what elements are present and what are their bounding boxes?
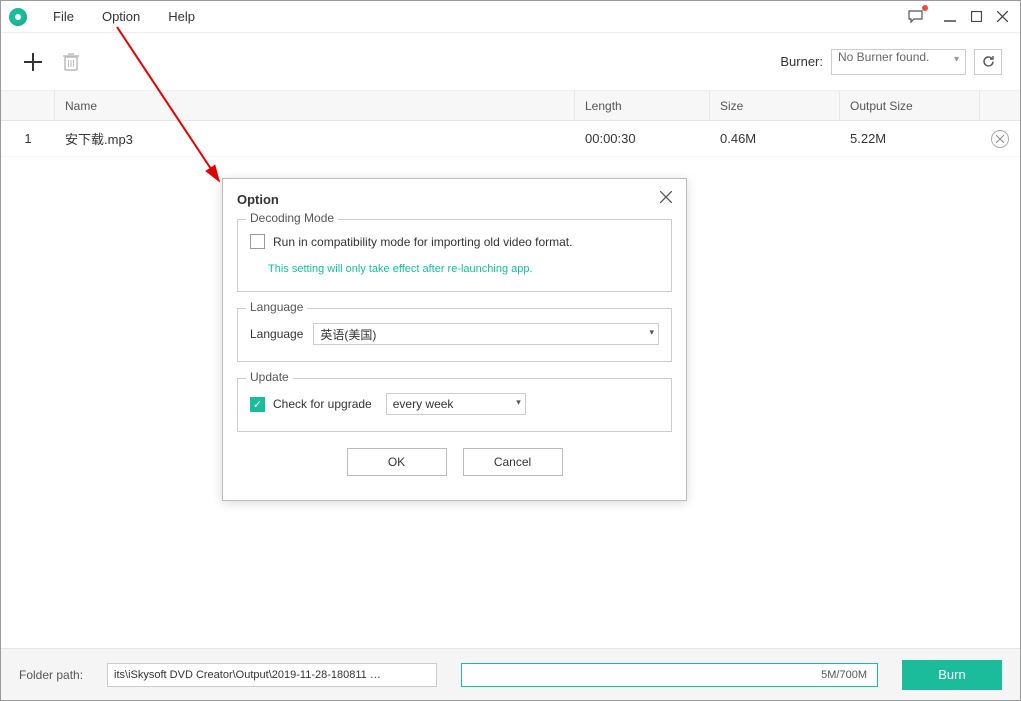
notification-dot-icon bbox=[922, 5, 928, 11]
language-label: Language bbox=[250, 327, 303, 341]
row-name: 安下载.mp3 bbox=[55, 121, 575, 156]
burner-label: Burner: bbox=[780, 54, 823, 69]
check-upgrade-checkbox[interactable]: ✓ bbox=[250, 397, 265, 412]
col-name[interactable]: Name bbox=[55, 91, 575, 120]
maximize-button[interactable] bbox=[966, 7, 986, 27]
row-delete bbox=[980, 121, 1020, 156]
menu-file[interactable]: File bbox=[39, 5, 88, 28]
col-index bbox=[1, 91, 55, 120]
close-button[interactable] bbox=[992, 7, 1012, 27]
update-interval-select[interactable]: every week bbox=[386, 393, 526, 415]
folder-path-label: Folder path: bbox=[19, 668, 83, 682]
add-button[interactable] bbox=[19, 48, 47, 76]
decoding-hint: This setting will only take effect after… bbox=[268, 263, 659, 275]
col-actions bbox=[980, 91, 1020, 120]
decoding-fieldset: Decoding Mode Run in compatibility mode … bbox=[237, 219, 672, 292]
capacity-text: 5M/700M bbox=[821, 669, 867, 681]
row-delete-button[interactable] bbox=[991, 130, 1009, 148]
toolbar: Burner: No Burner found. bbox=[1, 33, 1020, 91]
row-length: 00:00:30 bbox=[575, 121, 710, 156]
check-upgrade-label: Check for upgrade bbox=[273, 397, 372, 411]
col-length[interactable]: Length bbox=[575, 91, 710, 120]
dialog-close-button[interactable] bbox=[660, 190, 672, 208]
minimize-button[interactable] bbox=[940, 7, 960, 27]
feedback-icon[interactable] bbox=[906, 7, 926, 27]
row-size: 0.46M bbox=[710, 121, 840, 156]
burn-button[interactable]: Burn bbox=[902, 660, 1002, 690]
decoding-legend: Decoding Mode bbox=[246, 211, 338, 225]
cancel-button[interactable]: Cancel bbox=[463, 448, 563, 476]
table-header: Name Length Size Output Size bbox=[1, 91, 1020, 121]
menu-help[interactable]: Help bbox=[154, 5, 209, 28]
refresh-button[interactable] bbox=[974, 49, 1002, 75]
capacity-indicator: 5M/700M bbox=[461, 663, 878, 687]
option-dialog: Option Decoding Mode Run in compatibilit… bbox=[222, 178, 687, 501]
compatibility-label: Run in compatibility mode for importing … bbox=[273, 235, 572, 249]
compatibility-checkbox[interactable] bbox=[250, 234, 265, 249]
dialog-title-text: Option bbox=[237, 192, 279, 207]
row-output-size: 5.22M bbox=[840, 121, 980, 156]
app-icon bbox=[9, 8, 27, 26]
delete-button[interactable] bbox=[57, 48, 85, 76]
table-row[interactable]: 1 安下载.mp3 00:00:30 0.46M 5.22M bbox=[1, 121, 1020, 157]
folder-path-input[interactable]: its\iSkysoft DVD Creator\Output\2019-11-… bbox=[107, 663, 437, 687]
col-size[interactable]: Size bbox=[710, 91, 840, 120]
col-output-size[interactable]: Output Size bbox=[840, 91, 980, 120]
language-fieldset: Language Language 英语(美国) bbox=[237, 308, 672, 362]
burner-select[interactable]: No Burner found. bbox=[831, 49, 966, 75]
language-select[interactable]: 英语(美国) bbox=[313, 323, 659, 345]
update-fieldset: Update ✓ Check for upgrade every week bbox=[237, 378, 672, 432]
row-index: 1 bbox=[1, 121, 55, 156]
window-controls bbox=[906, 7, 1012, 27]
language-legend: Language bbox=[246, 300, 307, 314]
footer: Folder path: its\iSkysoft DVD Creator\Ou… bbox=[1, 648, 1020, 700]
ok-button[interactable]: OK bbox=[347, 448, 447, 476]
menu-option[interactable]: Option bbox=[88, 5, 154, 28]
menubar: File Option Help bbox=[1, 1, 1020, 33]
update-legend: Update bbox=[246, 370, 293, 384]
